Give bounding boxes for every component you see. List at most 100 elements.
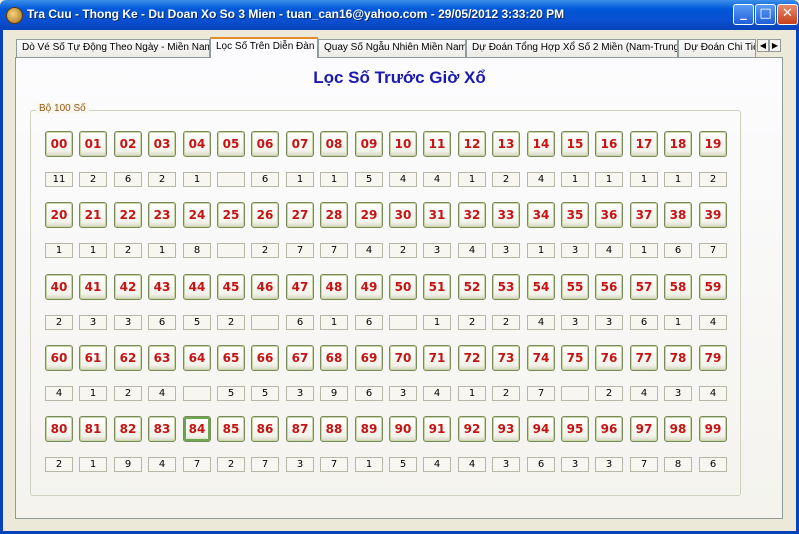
number-button[interactable]: 81 <box>79 416 107 442</box>
number-button[interactable]: 23 <box>148 202 176 228</box>
number-button[interactable]: 49 <box>355 274 383 300</box>
number-button[interactable]: 79 <box>699 345 727 371</box>
number-button[interactable]: 05 <box>217 131 245 157</box>
maximize-button[interactable]: □ <box>755 4 776 25</box>
number-button[interactable]: 97 <box>630 416 658 442</box>
number-button[interactable]: 96 <box>595 416 623 442</box>
number-button[interactable]: 22 <box>114 202 142 228</box>
number-button[interactable]: 01 <box>79 131 107 157</box>
number-button[interactable]: 38 <box>664 202 692 228</box>
number-button[interactable]: 20 <box>45 202 73 228</box>
number-button[interactable]: 53 <box>492 274 520 300</box>
number-button[interactable]: 12 <box>458 131 486 157</box>
number-button[interactable]: 70 <box>389 345 417 371</box>
number-button[interactable]: 03 <box>148 131 176 157</box>
close-button[interactable]: ✕ <box>777 4 798 25</box>
number-button[interactable]: 28 <box>320 202 348 228</box>
number-button[interactable]: 41 <box>79 274 107 300</box>
number-button[interactable]: 47 <box>286 274 314 300</box>
number-button[interactable]: 68 <box>320 345 348 371</box>
number-button[interactable]: 26 <box>251 202 279 228</box>
number-button[interactable]: 19 <box>699 131 727 157</box>
number-button[interactable]: 88 <box>320 416 348 442</box>
number-button[interactable]: 67 <box>286 345 314 371</box>
tab-scroll-right-icon[interactable]: ▶ <box>769 39 781 52</box>
number-button[interactable]: 93 <box>492 416 520 442</box>
number-button[interactable]: 48 <box>320 274 348 300</box>
number-button[interactable]: 34 <box>527 202 555 228</box>
number-button[interactable]: 84 <box>183 416 211 442</box>
number-button[interactable]: 43 <box>148 274 176 300</box>
number-button[interactable]: 59 <box>699 274 727 300</box>
number-button[interactable]: 56 <box>595 274 623 300</box>
tab-du-doan-tong-hop[interactable]: Dự Đoán Tổng Hợp Xổ Số 2 Miền (Nam-Trung… <box>466 39 678 57</box>
number-button[interactable]: 92 <box>458 416 486 442</box>
number-button[interactable]: 52 <box>458 274 486 300</box>
number-button[interactable]: 66 <box>251 345 279 371</box>
number-button[interactable]: 83 <box>148 416 176 442</box>
number-button[interactable]: 40 <box>45 274 73 300</box>
number-button[interactable]: 86 <box>251 416 279 442</box>
number-button[interactable]: 15 <box>561 131 589 157</box>
number-button[interactable]: 18 <box>664 131 692 157</box>
tab-quay-so[interactable]: Quay Số Ngẫu Nhiên Miền Nam <box>318 39 466 57</box>
number-button[interactable]: 00 <box>45 131 73 157</box>
number-button[interactable]: 73 <box>492 345 520 371</box>
number-button[interactable]: 62 <box>114 345 142 371</box>
number-button[interactable]: 39 <box>699 202 727 228</box>
number-button[interactable]: 30 <box>389 202 417 228</box>
number-button[interactable]: 36 <box>595 202 623 228</box>
number-button[interactable]: 87 <box>286 416 314 442</box>
number-button[interactable]: 44 <box>183 274 211 300</box>
number-button[interactable]: 04 <box>183 131 211 157</box>
number-button[interactable]: 78 <box>664 345 692 371</box>
number-button[interactable]: 09 <box>355 131 383 157</box>
number-button[interactable]: 99 <box>699 416 727 442</box>
number-button[interactable]: 24 <box>183 202 211 228</box>
number-button[interactable]: 69 <box>355 345 383 371</box>
number-button[interactable]: 85 <box>217 416 245 442</box>
number-button[interactable]: 32 <box>458 202 486 228</box>
number-button[interactable]: 71 <box>423 345 451 371</box>
number-button[interactable]: 82 <box>114 416 142 442</box>
minimize-button[interactable]: _ <box>733 4 754 25</box>
number-button[interactable]: 33 <box>492 202 520 228</box>
number-button[interactable]: 75 <box>561 345 589 371</box>
number-button[interactable]: 57 <box>630 274 658 300</box>
number-button[interactable]: 06 <box>251 131 279 157</box>
number-button[interactable]: 37 <box>630 202 658 228</box>
number-button[interactable]: 42 <box>114 274 142 300</box>
number-button[interactable]: 76 <box>595 345 623 371</box>
number-button[interactable]: 29 <box>355 202 383 228</box>
number-button[interactable]: 35 <box>561 202 589 228</box>
number-button[interactable]: 27 <box>286 202 314 228</box>
tab-du-doan-chi-tiet[interactable]: Dự Đoán Chi Tiết <box>678 39 756 57</box>
number-button[interactable]: 54 <box>527 274 555 300</box>
number-button[interactable]: 64 <box>183 345 211 371</box>
number-button[interactable]: 95 <box>561 416 589 442</box>
tab-do-ve-so[interactable]: Dò Vé Số Tự Động Theo Ngày - Miền Nam <box>16 39 210 57</box>
number-button[interactable]: 31 <box>423 202 451 228</box>
number-button[interactable]: 90 <box>389 416 417 442</box>
number-button[interactable]: 45 <box>217 274 245 300</box>
number-button[interactable]: 07 <box>286 131 314 157</box>
number-button[interactable]: 94 <box>527 416 555 442</box>
number-button[interactable]: 51 <box>423 274 451 300</box>
number-button[interactable]: 91 <box>423 416 451 442</box>
number-button[interactable]: 60 <box>45 345 73 371</box>
number-button[interactable]: 98 <box>664 416 692 442</box>
number-button[interactable]: 72 <box>458 345 486 371</box>
title-bar[interactable]: Tra Cuu - Thong Ke - Du Doan Xo So 3 Mie… <box>0 0 799 30</box>
number-button[interactable]: 16 <box>595 131 623 157</box>
number-button[interactable]: 21 <box>79 202 107 228</box>
number-button[interactable]: 74 <box>527 345 555 371</box>
number-button[interactable]: 65 <box>217 345 245 371</box>
number-button[interactable]: 77 <box>630 345 658 371</box>
number-button[interactable]: 55 <box>561 274 589 300</box>
number-button[interactable]: 10 <box>389 131 417 157</box>
tab-loc-so[interactable]: Lọc Số Trên Diễn Đàn <box>210 37 318 58</box>
number-button[interactable]: 25 <box>217 202 245 228</box>
number-button[interactable]: 63 <box>148 345 176 371</box>
number-button[interactable]: 14 <box>527 131 555 157</box>
number-button[interactable]: 02 <box>114 131 142 157</box>
